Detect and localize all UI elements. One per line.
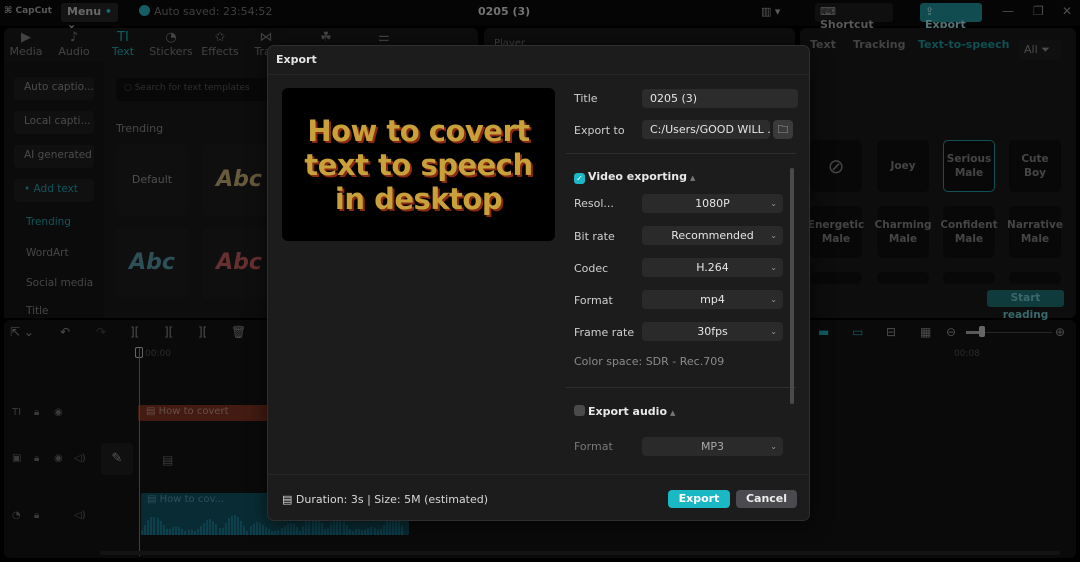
audio-format-select[interactable]: MP3 ⌄ [642, 437, 783, 456]
divider [268, 474, 809, 475]
checkbox-unchecked-icon[interactable] [574, 405, 585, 416]
bitrate-label: Bit rate [574, 230, 615, 243]
title-label: Title [574, 92, 598, 105]
divider [566, 153, 796, 154]
frame-rate-label: Frame rate [574, 326, 635, 339]
export-audio-toggle[interactable]: Export audio ▲ [574, 405, 675, 418]
divider [268, 74, 809, 75]
format-select[interactable]: mp4 ⌄ [642, 290, 783, 309]
export-path-input[interactable]: C:/Users/GOOD WILL ... [642, 120, 770, 139]
codec-label: Codec [574, 262, 609, 275]
format-label: Format [574, 294, 613, 307]
export-preview: How to covert text to speech in desktop [282, 88, 555, 241]
folder-icon: 🗀 [777, 123, 789, 136]
format-value: mp4 [700, 293, 725, 306]
chevron-down-icon: ⌄ [770, 263, 777, 272]
chevron-down-icon: ⌄ [770, 327, 777, 336]
resolution-label: Resol... [574, 197, 614, 210]
export-to-label: Export to [574, 124, 625, 137]
frame-rate-value: 30fps [697, 325, 728, 338]
resolution-select[interactable]: 1080P ⌄ [642, 194, 783, 213]
browse-folder-button[interactable]: 🗀 [773, 120, 793, 139]
checkbox-checked-icon[interactable]: ✓ [574, 173, 585, 184]
frame-rate-select[interactable]: 30fps ⌄ [642, 322, 783, 341]
dialog-scrollbar[interactable] [790, 168, 794, 404]
codec-select[interactable]: H.264 ⌄ [642, 258, 783, 277]
caret-up-icon: ▲ [689, 174, 696, 182]
resolution-value: 1080P [695, 197, 730, 210]
export-dialog: Export How to covert text to speech in d… [267, 45, 810, 521]
chevron-down-icon: ⌄ [770, 295, 777, 304]
audio-format-label: Format [574, 440, 613, 453]
export-summary: ▤ Duration: 3s | Size: 5M (estimated) [282, 493, 488, 506]
divider [566, 387, 796, 388]
title-input[interactable]: 0205 (3) [642, 89, 798, 108]
chevron-down-icon: ⌄ [770, 231, 777, 240]
preview-caption: How to covert text to speech in desktop [304, 113, 533, 216]
video-exporting-label: Video exporting [588, 170, 687, 183]
color-space-info: Color space: SDR - Rec.709 [574, 355, 725, 368]
dialog-title: Export [276, 53, 317, 66]
bitrate-value: Recommended [671, 229, 754, 242]
export-button[interactable]: Export [668, 490, 730, 508]
export-audio-label: Export audio [588, 405, 668, 418]
bitrate-select[interactable]: Recommended ⌄ [642, 226, 783, 245]
cancel-button[interactable]: Cancel [736, 490, 797, 508]
chevron-down-icon: ⌄ [770, 442, 777, 451]
film-icon: ▤ [282, 493, 296, 506]
export-summary-text: Duration: 3s | Size: 5M (estimated) [295, 493, 489, 506]
codec-value: H.264 [696, 261, 729, 274]
audio-format-row: Format MP3 ⌄ [268, 434, 809, 456]
audio-format-value: MP3 [700, 440, 725, 453]
caret-up-icon: ▲ [670, 409, 676, 417]
chevron-down-icon: ⌄ [770, 199, 777, 208]
video-exporting-toggle[interactable]: ✓ Video exporting ▲ [574, 170, 695, 184]
